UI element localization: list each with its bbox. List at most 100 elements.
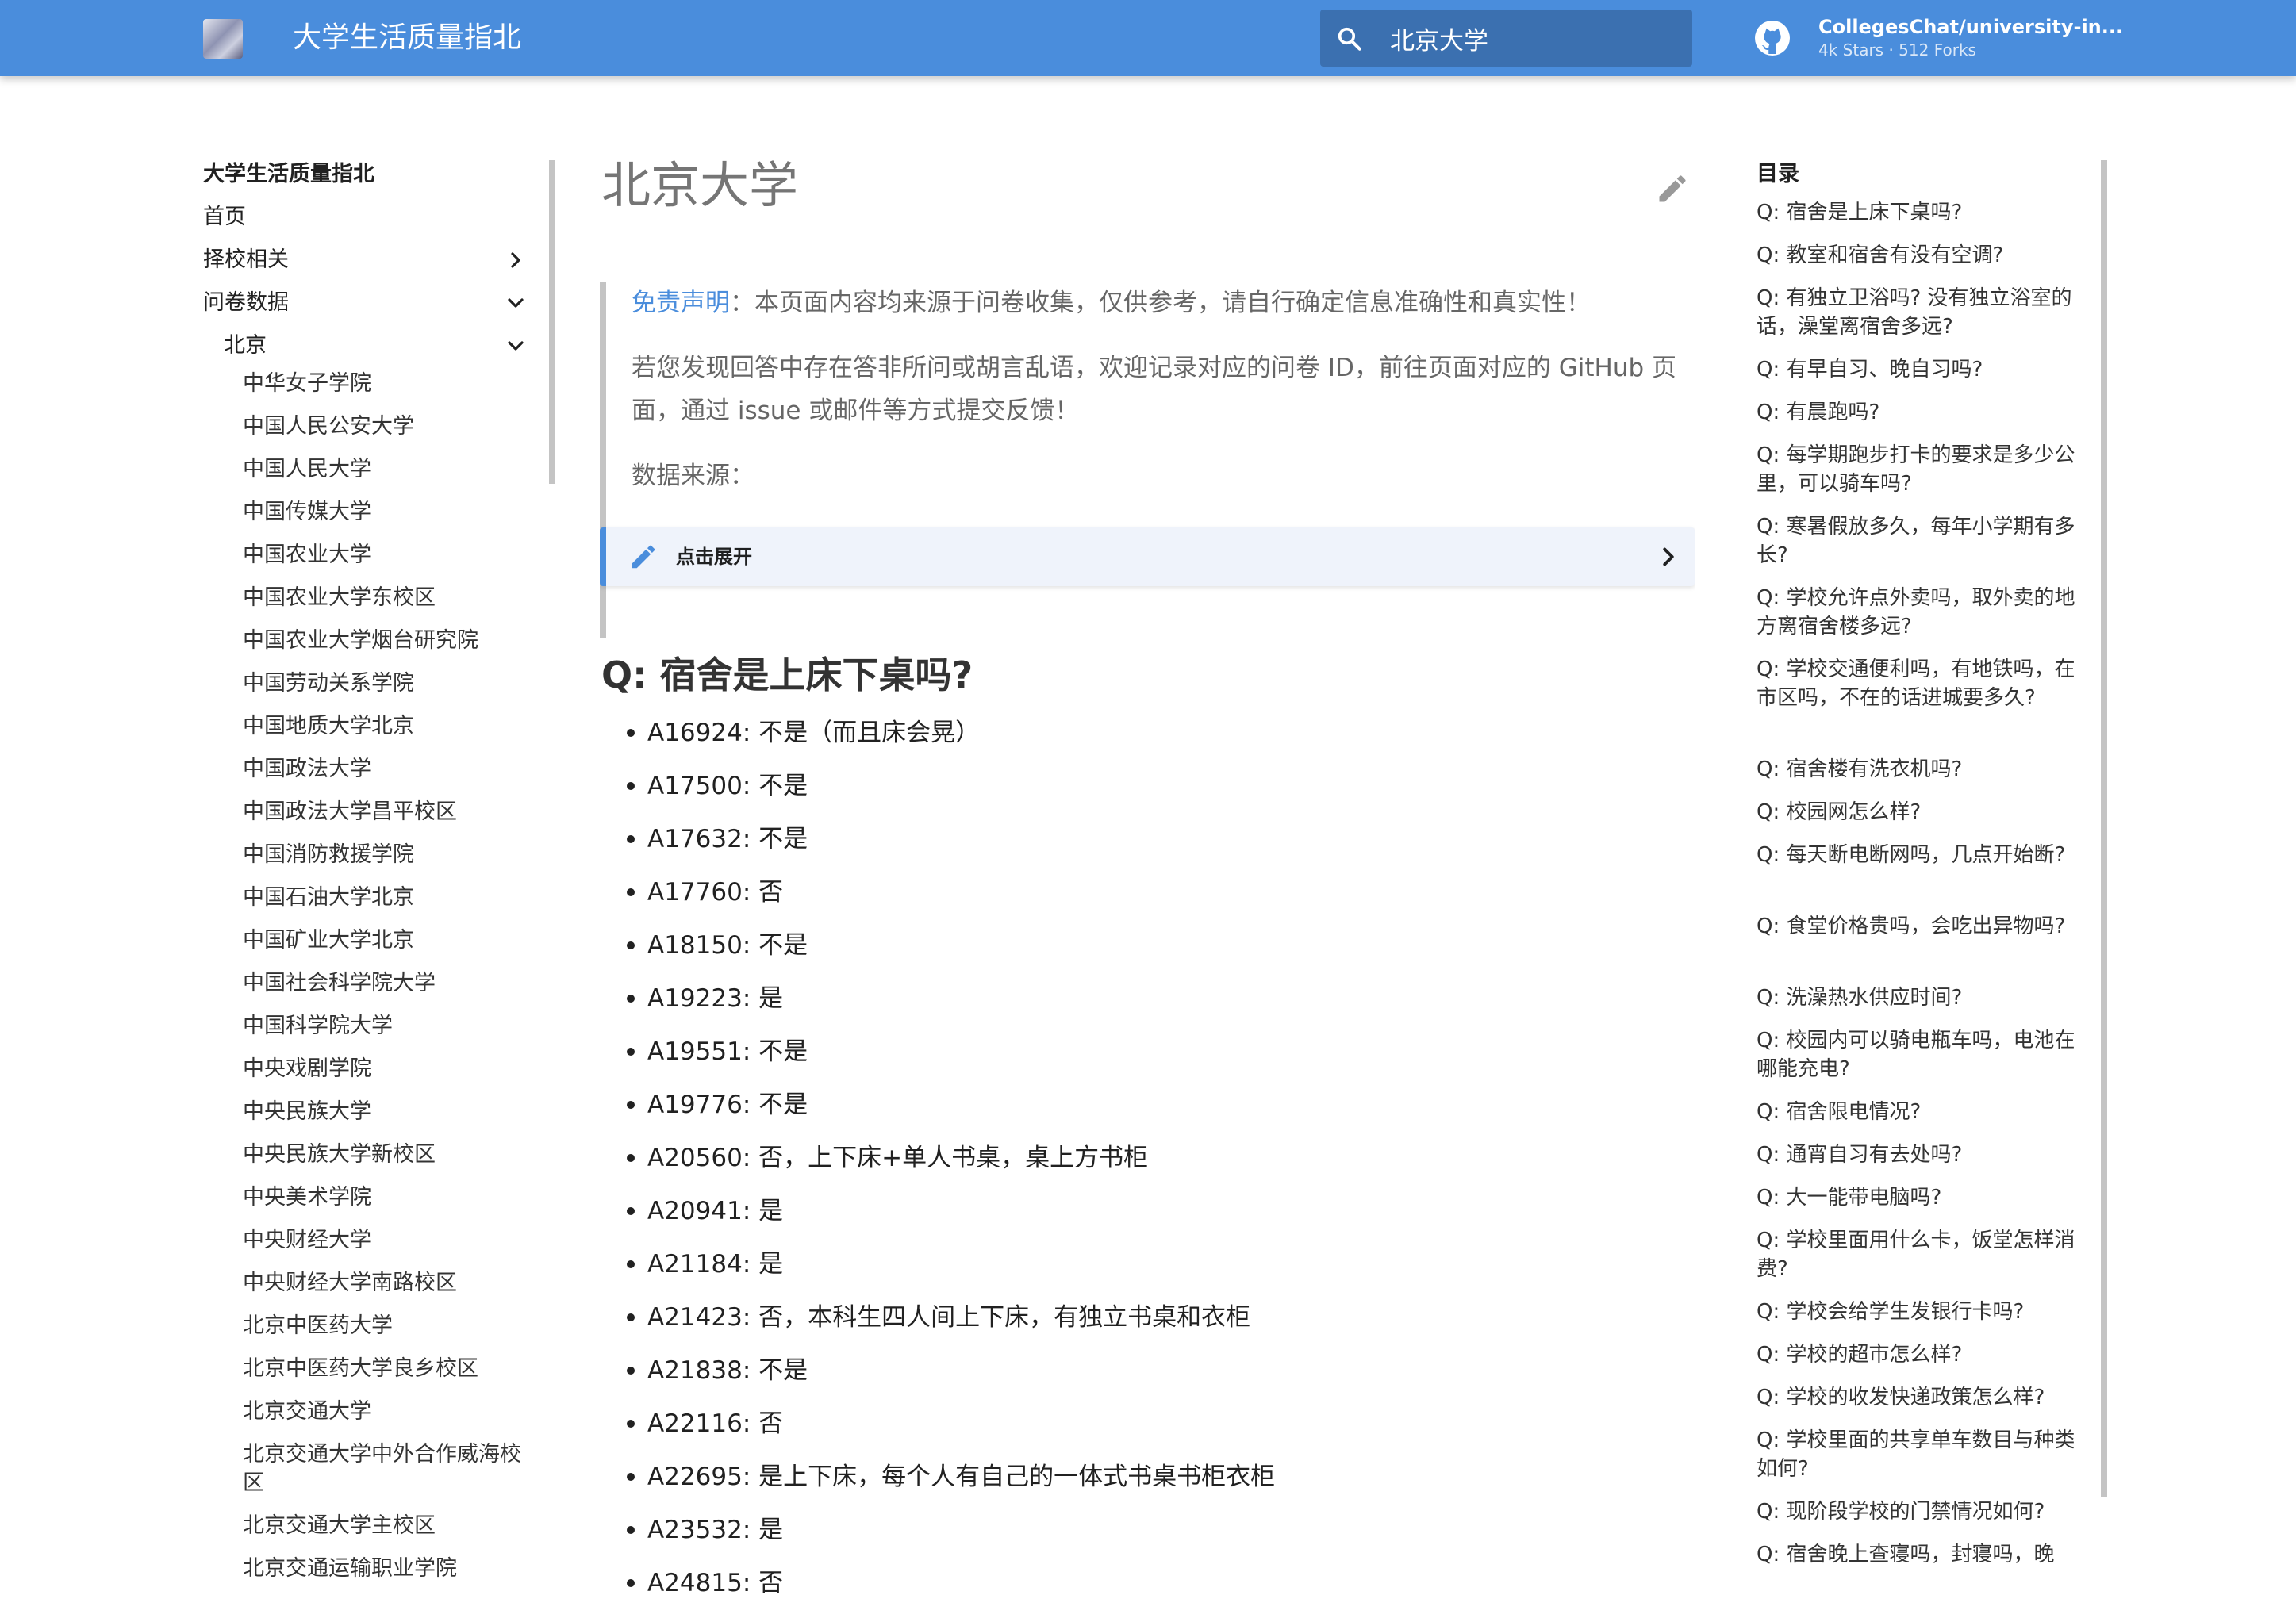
data-source-text: 数据来源： <box>632 462 754 490</box>
toc-item[interactable]: Q: 每天断电断网吗，几点开始断? <box>1757 841 2082 869</box>
nav-item-university[interactable]: 中国石油大学北京 <box>243 884 528 912</box>
nav-item-university[interactable]: 中国社会科学院大学 <box>243 969 528 998</box>
nav-item-university[interactable]: 中国政法大学 <box>243 755 528 784</box>
answer-item: A21838: 不是 <box>647 1356 808 1385</box>
toc-item[interactable]: Q: 学校里面的共享单车数目与种类如何? <box>1757 1426 2082 1483</box>
nav-item-university[interactable]: 中国消防救援学院 <box>243 841 528 869</box>
bullet-icon <box>627 1260 635 1268</box>
nav-item-university[interactable]: 中国传媒大学 <box>243 498 528 527</box>
nav-item-university[interactable]: 中国人民大学 <box>243 455 528 484</box>
toc-item[interactable]: Q: 教室和宿舍有没有空调? <box>1757 241 2082 270</box>
search-input[interactable] <box>1390 10 1684 67</box>
chevron-right-icon[interactable] <box>1653 542 1684 572</box>
toc-item[interactable]: Q: 学校的收发快递政策怎么样? <box>1757 1383 2082 1412</box>
repo-name: CollegesChat/university-in... <box>1818 16 2124 38</box>
bullet-icon <box>627 1101 635 1109</box>
nav-item-university[interactable]: 中国地质大学北京 <box>243 712 528 741</box>
search-icon[interactable] <box>1336 25 1363 52</box>
disclaimer-link[interactable]: 免责声明 <box>632 289 730 317</box>
nav-item-choose-school[interactable]: 择校相关 <box>203 241 289 279</box>
answer-item: A20941: 是 <box>647 1197 784 1225</box>
nav-item-university[interactable]: 中华女子学院 <box>243 370 528 398</box>
toc-item[interactable]: Q: 校园内可以骑电瓶车吗，电池在哪能充电? <box>1757 1026 2082 1083</box>
toc-title: 目录 <box>1757 162 1799 186</box>
answer-item: A23532: 是 <box>647 1516 784 1544</box>
chevron-right-icon[interactable] <box>503 247 528 273</box>
nav-item-university[interactable]: 北京中医药大学良乡校区 <box>243 1355 528 1383</box>
toc-item[interactable]: Q: 食堂价格贵吗，会吃出异物吗? <box>1757 912 2082 941</box>
toc-item[interactable]: Q: 有早自习、晚自习吗? <box>1757 355 2082 384</box>
table-of-contents: 目录 Q: 宿舍是上床下桌吗? Q: 教室和宿舍有没有空调? Q: 有独立卫浴吗? … <box>1757 155 2090 1583</box>
toc-item[interactable]: Q: 现阶段学校的门禁情况如何? <box>1757 1497 2082 1526</box>
nav-item-university[interactable]: 中国人民公安大学 <box>243 412 528 441</box>
answer-item: A22116: 否 <box>647 1409 784 1438</box>
nav-item-university[interactable]: 中国科学院大学 <box>243 1012 528 1041</box>
toc-item[interactable]: Q: 宿舍楼有洗衣机吗? <box>1757 755 2082 784</box>
answer-item: A17500: 不是 <box>647 772 808 800</box>
toc-item[interactable]: Q: 宿舍晚上查寝吗，封寝吗，晚 <box>1757 1540 2082 1569</box>
nav-item-university[interactable]: 北京中医药大学 <box>243 1312 528 1340</box>
nav-item-university[interactable]: 北京交通大学主校区 <box>243 1512 528 1540</box>
toc-item[interactable]: Q: 寒暑假放多久，每年小学期有多长? <box>1757 512 2082 569</box>
edit-icon[interactable] <box>1655 171 1690 206</box>
toc-item[interactable]: Q: 有晨跑吗? <box>1757 398 2082 427</box>
bullet-icon <box>627 1367 635 1375</box>
disclaimer-paragraph: 免责声明：本页面内容均来源于问卷收集，仅供参考，请自行确定信息准确性和真实性！ <box>632 282 1687 324</box>
toc-item[interactable]: Q: 洗澡热水供应时间? <box>1757 983 2082 1012</box>
search-box[interactable] <box>1320 10 1692 67</box>
nav-item-university[interactable]: 中央财经大学南路校区 <box>243 1269 528 1298</box>
toc-item[interactable]: Q: 通宵自习有去处吗? <box>1757 1141 2082 1169</box>
toc-item[interactable]: Q: 大一能带电脑吗? <box>1757 1183 2082 1212</box>
answer-item: A20560: 否，上下床+单人书桌，桌上方书柜 <box>647 1144 1149 1172</box>
expand-label[interactable]: 点击展开 <box>676 542 752 572</box>
toc-item[interactable]: Q: 学校的超市怎么样? <box>1757 1340 2082 1369</box>
bullet-icon <box>627 1579 635 1587</box>
toc-item[interactable]: Q: 学校允许点外卖吗，取外卖的地方离宿舍楼多远? <box>1757 584 2082 641</box>
nav-item-university[interactable]: 中国政法大学昌平校区 <box>243 798 528 826</box>
toc-item[interactable]: Q: 学校交通便利吗，有地铁吗，在市区吗，不在的话进城要多久? <box>1757 655 2082 712</box>
pencil-icon <box>632 545 655 569</box>
nav-item-university[interactable]: 中国农业大学 <box>243 541 528 569</box>
bullet-icon <box>627 729 635 737</box>
toc-item[interactable]: Q: 学校里面用什么卡，饭堂怎样消费? <box>1757 1226 2082 1283</box>
nav-item-university[interactable]: 中国劳动关系学院 <box>243 669 528 698</box>
nav-item-survey-data[interactable]: 问卷数据 <box>203 284 289 322</box>
nav-item-university[interactable]: 中央财经大学 <box>243 1226 528 1255</box>
nav-item-university[interactable]: 中国矿业大学北京 <box>243 926 528 955</box>
nav-item-university[interactable]: 中央民族大学 <box>243 1098 528 1126</box>
toc-item[interactable]: Q: 每学期跑步打卡的要求是多少公里，可以骑车吗? <box>1757 441 2082 498</box>
chevron-down-icon[interactable] <box>503 290 528 316</box>
nav-item-home[interactable]: 首页 <box>203 198 246 236</box>
toc-item[interactable]: Q: 校园网怎么样? <box>1757 798 2082 826</box>
bullet-icon <box>627 1048 635 1056</box>
site-logo[interactable] <box>203 19 243 59</box>
primary-navigation: 大学生活质量指北 首页 择校相关 问卷数据 北京 中华女子学院 中国人民公安大学中… <box>203 155 536 1583</box>
toc-item[interactable]: Q: 宿舍是上床下桌吗? <box>1757 198 2082 227</box>
repo-link[interactable]: CollegesChat/university-in... 4k Stars ·… <box>1753 14 2123 62</box>
bullet-icon <box>627 782 635 790</box>
bullet-icon <box>627 1420 635 1428</box>
nav-item-university[interactable]: 中国农业大学烟台研究院 <box>243 627 528 655</box>
toc-scrollbar[interactable] <box>2101 160 2107 1497</box>
toc-item[interactable]: Q: 有独立卫浴吗? 没有独立浴室的话，澡堂离宿舍多远? <box>1757 284 2082 341</box>
nav-item-beijing[interactable]: 北京 <box>224 327 267 365</box>
bullet-icon <box>627 941 635 949</box>
expand-details[interactable]: 点击展开 <box>600 527 1695 586</box>
toc-item[interactable]: Q: 学校会给学生发银行卡吗? <box>1757 1298 2082 1326</box>
bullet-icon <box>627 835 635 843</box>
nav-item-university[interactable]: 中央民族大学新校区 <box>243 1141 528 1169</box>
toc-item[interactable]: Q: 宿舍限电情况? <box>1757 1098 2082 1126</box>
answer-item: A24815: 否 <box>647 1569 784 1597</box>
answer-item: A17632: 不是 <box>647 825 808 853</box>
chevron-down-icon[interactable] <box>503 333 528 358</box>
site-title[interactable]: 大学生活质量指北 <box>293 19 521 57</box>
github-icon <box>1755 21 1790 56</box>
nav-item-university[interactable]: 中国农业大学东校区 <box>243 584 528 612</box>
nav-item-university[interactable]: 中央美术学院 <box>243 1183 528 1212</box>
nav-item-university[interactable]: 中央戏剧学院 <box>243 1055 528 1083</box>
nav-item-university[interactable]: 北京交通运输职业学院 <box>243 1555 528 1583</box>
nav-scrollbar[interactable] <box>549 160 555 484</box>
nav-item-university[interactable]: 北京交通大学中外合作威海校区 <box>243 1440 528 1497</box>
nav-item-university[interactable]: 北京交通大学 <box>243 1398 528 1426</box>
bullet-icon <box>627 1313 635 1321</box>
